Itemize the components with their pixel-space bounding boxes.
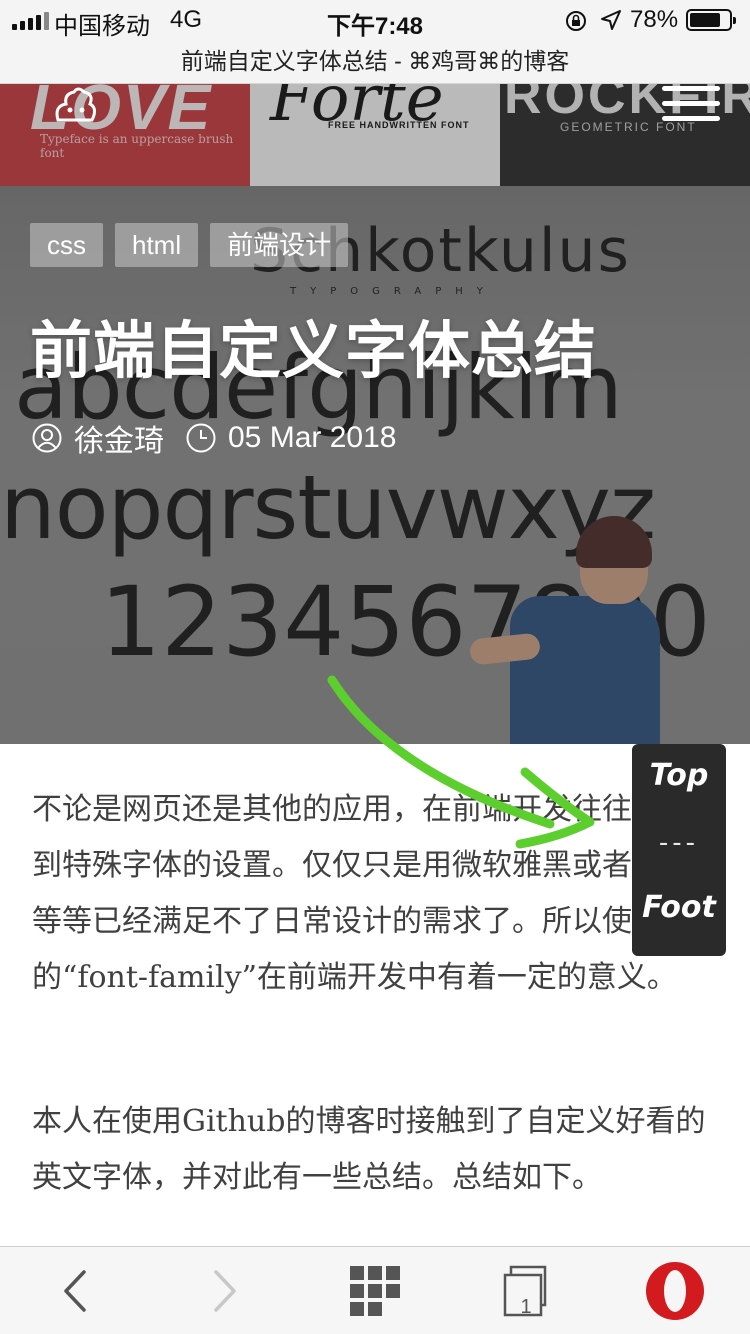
clock-icon [186, 423, 216, 453]
scroll-top-button[interactable]: Top [632, 744, 726, 808]
hero-image: LOVE Typeface is an uppercase brush font… [0, 84, 750, 744]
logo-icon[interactable] [52, 86, 98, 124]
post-author[interactable]: 徐金琦 [74, 416, 164, 460]
tag-list: css html 前端设计 [30, 223, 349, 267]
float-nav-separator: --- [658, 828, 700, 858]
tag-frontend-design[interactable]: 前端设计 [210, 223, 349, 267]
forward-button[interactable] [190, 1247, 260, 1334]
battery-icon [686, 9, 736, 31]
scroll-foot-button[interactable]: Foot [632, 878, 726, 948]
menu-icon[interactable] [662, 86, 720, 132]
speed-dial-button[interactable] [340, 1247, 410, 1334]
opera-icon [646, 1262, 704, 1320]
tag-html[interactable]: html [115, 223, 199, 267]
tabs-count: 1 [520, 1296, 532, 1318]
annotation-arrow [327, 675, 595, 849]
location-icon [601, 10, 621, 30]
tag-css[interactable]: css [30, 223, 103, 267]
post-date: 05 Mar 2018 [228, 421, 397, 454]
lock-rotation-icon [566, 11, 586, 31]
opera-menu-button[interactable] [640, 1247, 710, 1334]
status-bar: 中国移动 4G 下午7:48 78% [0, 0, 750, 40]
battery-percent: 78% [630, 6, 679, 33]
tabs-button[interactable]: 1 [490, 1247, 560, 1334]
forward-icon [214, 1270, 236, 1312]
post-title: 前端自定义字体总结 [30, 317, 598, 386]
back-icon [64, 1270, 86, 1312]
tabs-icon: 1 [497, 1263, 553, 1319]
speed-dial-icon [350, 1266, 400, 1316]
user-icon [32, 423, 62, 453]
address-bar[interactable]: 前端自定义字体总结 - ⌘鸡哥⌘的博客 [0, 40, 750, 84]
post-meta: 徐金琦 05 Mar 2018 [32, 416, 396, 460]
back-button[interactable] [40, 1247, 110, 1334]
browser-toolbar: 1 [0, 1246, 750, 1334]
float-nav: Top --- Foot [632, 744, 726, 956]
paragraph: 本人在使用Github的博客时接触到了自定义好看的英文字体，并对此有一些总结。总… [32, 1104, 706, 1195]
